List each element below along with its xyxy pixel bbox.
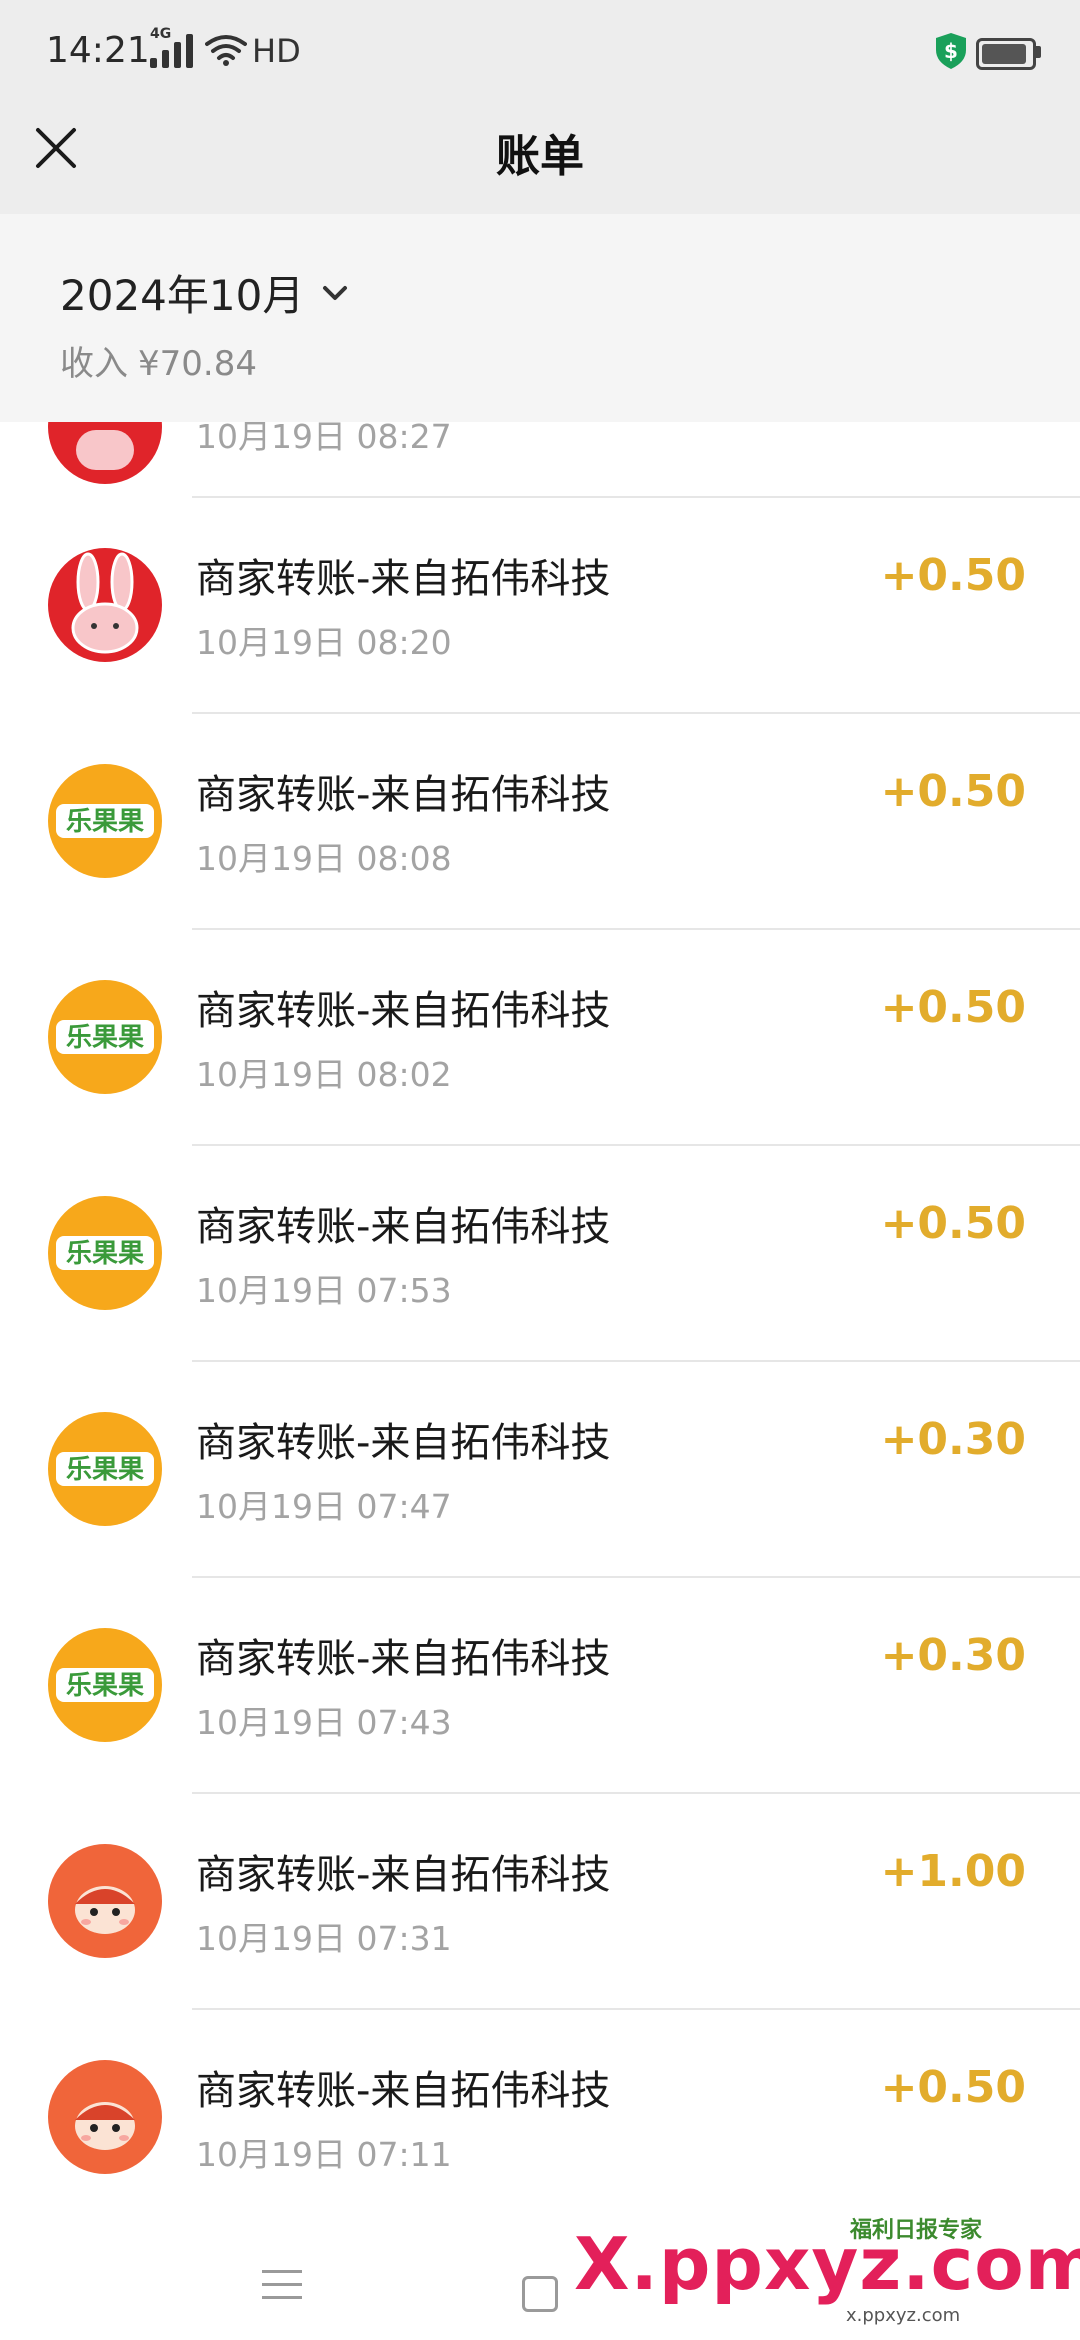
svg-text:乐果果: 乐果果 bbox=[66, 807, 144, 837]
partial-list-item[interactable]: 10月19日 08:27 bbox=[0, 422, 1080, 498]
list-item[interactable]: 商家转账-来自拓伟科技 10月19日 07:11 +0.50 bbox=[0, 2010, 1080, 2226]
signal-icon: 4G bbox=[150, 26, 193, 68]
rabbit-icon bbox=[48, 548, 162, 662]
home-icon[interactable] bbox=[522, 2276, 558, 2312]
transaction-amount: +0.50 bbox=[880, 766, 1026, 817]
watermark: X.ppxyz.com bbox=[574, 2222, 1080, 2306]
status-bar: 14:21 4G HD $ bbox=[0, 0, 1080, 100]
svg-text:乐果果: 乐果果 bbox=[66, 1023, 144, 1053]
transaction-time: 10月19日 08:20 bbox=[196, 623, 452, 662]
svg-text:乐果果: 乐果果 bbox=[66, 1239, 144, 1269]
chevron-down-icon bbox=[323, 285, 348, 300]
battery-icon bbox=[976, 38, 1036, 70]
rabbit-icon bbox=[48, 422, 162, 484]
transaction-amount: +0.50 bbox=[880, 550, 1026, 601]
leguoguo-logo: 乐果果 bbox=[48, 1628, 162, 1742]
status-time: 14:21 bbox=[46, 30, 150, 71]
transaction-amount: +0.50 bbox=[880, 982, 1026, 1033]
transaction-time: 10月19日 08:27 bbox=[196, 422, 452, 456]
list-item[interactable]: 乐果果 商家转账-来自拓伟科技 10月19日 07:53 +0.50 bbox=[0, 1146, 1080, 1362]
security-shield-icon: $ bbox=[936, 33, 966, 69]
transaction-title: 商家转账-来自拓伟科技 bbox=[196, 988, 611, 1034]
transaction-time: 10月19日 07:31 bbox=[196, 1919, 452, 1958]
transaction-title: 商家转账-来自拓伟科技 bbox=[196, 1852, 611, 1898]
list-item[interactable]: 乐果果 商家转账-来自拓伟科技 10月19日 07:47 +0.30 bbox=[0, 1362, 1080, 1578]
transaction-time: 10月19日 07:11 bbox=[196, 2135, 452, 2174]
transaction-time: 10月19日 07:43 bbox=[196, 1703, 452, 1742]
transaction-title: 商家转账-来自拓伟科技 bbox=[196, 1204, 611, 1250]
month-selector[interactable]: 2024年10月 bbox=[60, 262, 348, 323]
leguoguo-logo: 乐果果 bbox=[48, 980, 162, 1094]
svg-text:乐果果: 乐果果 bbox=[66, 1671, 144, 1701]
leguoguo-logo: 乐果果 bbox=[48, 764, 162, 878]
transaction-title: 商家转账-来自拓伟科技 bbox=[196, 1636, 611, 1682]
list-item[interactable]: 乐果果 商家转账-来自拓伟科技 10月19日 07:43 +0.30 bbox=[0, 1578, 1080, 1794]
transaction-title: 商家转账-来自拓伟科技 bbox=[196, 1420, 611, 1466]
transaction-amount: +0.50 bbox=[880, 1198, 1026, 1249]
watermark-small: x.ppxyz.com bbox=[846, 2305, 961, 2326]
income-label: 收入 bbox=[60, 344, 128, 384]
network-type: 4G bbox=[150, 26, 172, 42]
leguoguo-logo: 乐果果 bbox=[48, 1412, 162, 1526]
income-summary: 收入 ¥70.84 bbox=[60, 336, 257, 385]
income-value: ¥70.84 bbox=[138, 344, 257, 384]
list-item[interactable]: 乐果果 商家转账-来自拓伟科技 10月19日 08:08 +0.50 bbox=[0, 714, 1080, 930]
transaction-amount: +0.50 bbox=[880, 2062, 1026, 2113]
mascot-face-icon bbox=[48, 2060, 162, 2174]
mascot-face-icon bbox=[48, 1844, 162, 1958]
transaction-amount: +0.30 bbox=[880, 1414, 1026, 1465]
transaction-time: 10月19日 08:02 bbox=[196, 1055, 452, 1094]
transaction-title: 商家转账-来自拓伟科技 bbox=[196, 2068, 611, 2114]
svg-text:乐果果: 乐果果 bbox=[66, 1455, 144, 1485]
transaction-title: 商家转账-来自拓伟科技 bbox=[196, 772, 611, 818]
transaction-time: 10月19日 07:47 bbox=[196, 1487, 452, 1526]
transaction-title: 商家转账-来自拓伟科技 bbox=[196, 556, 611, 602]
transaction-amount: +1.00 bbox=[880, 1846, 1026, 1897]
hd-indicator: HD bbox=[252, 32, 301, 70]
list-item[interactable]: 商家转账-来自拓伟科技 10月19日 07:31 +1.00 bbox=[0, 1794, 1080, 2010]
svg-text:$: $ bbox=[944, 39, 958, 63]
list-item[interactable]: 商家转账-来自拓伟科技 10月19日 08:20 +0.50 bbox=[0, 498, 1080, 714]
leguoguo-logo: 乐果果 bbox=[48, 1196, 162, 1310]
transaction-time: 10月19日 07:53 bbox=[196, 1271, 452, 1310]
transaction-time: 10月19日 08:08 bbox=[196, 839, 452, 878]
transaction-amount: +0.30 bbox=[880, 1630, 1026, 1681]
month-label: 2024年10月 bbox=[60, 271, 305, 320]
menu-icon[interactable] bbox=[262, 2270, 302, 2309]
list-item[interactable]: 乐果果 商家转账-来自拓伟科技 10月19日 08:02 +0.50 bbox=[0, 930, 1080, 1146]
page-title: 账单 bbox=[496, 131, 584, 182]
wifi-icon bbox=[205, 35, 247, 66]
